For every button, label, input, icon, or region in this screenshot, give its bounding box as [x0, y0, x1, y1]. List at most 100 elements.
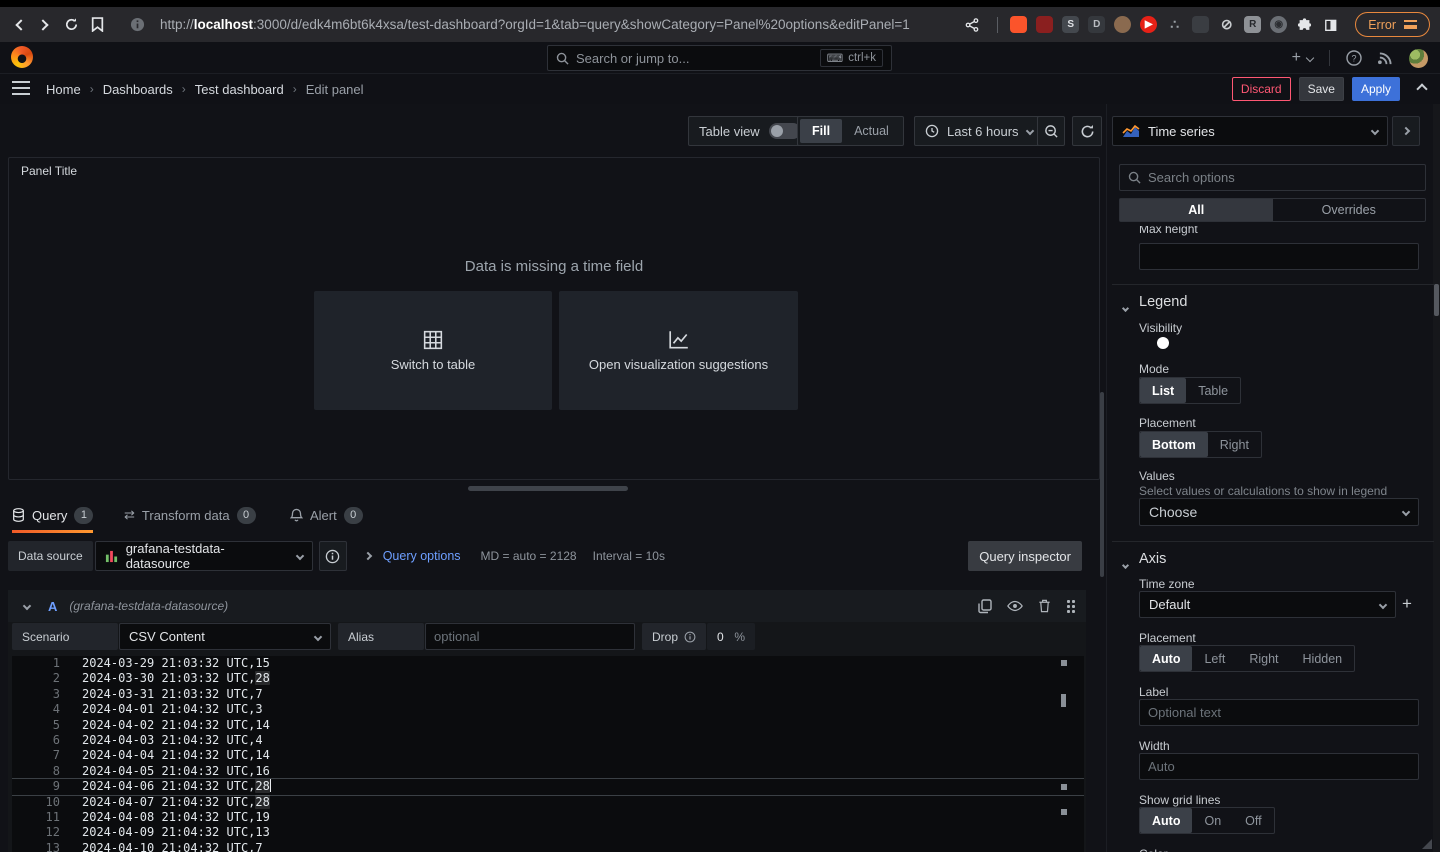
splitview-extension-icon[interactable]: ◨	[1322, 16, 1339, 33]
grid-lines-auto[interactable]: Auto	[1140, 808, 1192, 833]
scenario-select[interactable]: CSV Content	[119, 623, 331, 650]
editor-line-5[interactable]: 52024-04-02 21:04:32 UTC,14	[12, 718, 1084, 733]
window-scrollbar-thumb[interactable]	[1434, 284, 1439, 316]
timezone-select[interactable]: Default	[1139, 591, 1396, 618]
axis-placement-right[interactable]: Right	[1237, 646, 1290, 671]
collapse-options-icon[interactable]	[1418, 80, 1426, 98]
actual-option[interactable]: Actual	[842, 119, 901, 143]
refresh-button[interactable]	[1072, 116, 1102, 146]
time-range-picker[interactable]: Last 6 hours	[914, 116, 1044, 146]
breadcrumb-home[interactable]: Home	[46, 82, 81, 97]
axis-placement-hidden[interactable]: Hidden	[1291, 646, 1355, 671]
discard-button[interactable]: Discard	[1232, 77, 1291, 101]
left-pane-scrollbar[interactable]	[1100, 392, 1104, 577]
bookmark-icon[interactable]	[84, 12, 110, 38]
query-options-chevron-icon[interactable]	[363, 552, 371, 560]
editor-line-11[interactable]: 112024-04-08 21:04:32 UTC,19	[12, 810, 1084, 825]
editor-line-9[interactable]: 92024-04-06 21:04:32 UTC,28	[12, 779, 1084, 794]
tab-all-options[interactable]: All	[1120, 199, 1273, 221]
global-search-input[interactable]	[576, 51, 813, 66]
table-view-toggle[interactable]	[769, 123, 801, 139]
site-info-icon[interactable]	[124, 12, 150, 38]
hide-response-eye-icon[interactable]	[1007, 600, 1023, 612]
axis-label-input[interactable]	[1139, 699, 1419, 726]
editor-line-3[interactable]: 32024-03-31 21:03:32 UTC,7	[12, 687, 1084, 702]
query-inspector-button[interactable]: Query inspector	[968, 541, 1082, 571]
s-extension-icon[interactable]: S	[1062, 16, 1079, 33]
drag-query-grip-icon[interactable]	[1066, 599, 1076, 613]
save-button[interactable]: Save	[1299, 77, 1344, 101]
query-collapse-icon[interactable]	[23, 602, 31, 610]
breadcrumb-dashboard-name[interactable]: Test dashboard	[195, 82, 284, 97]
legend-values-select[interactable]: Choose	[1139, 498, 1419, 526]
legend-placement-bottom[interactable]: Bottom	[1140, 432, 1208, 457]
datasource-help-button[interactable]	[319, 541, 347, 571]
new-item-button[interactable]: +	[1292, 49, 1313, 67]
mega-menu-icon[interactable]	[12, 81, 30, 95]
editor-line-12[interactable]: 122024-04-09 21:04:32 UTC,13	[12, 825, 1084, 840]
breadcrumb-dashboards[interactable]: Dashboards	[103, 82, 173, 97]
tab-query[interactable]: Query 1	[12, 497, 93, 533]
editor-line-8[interactable]: 82024-04-05 21:04:32 UTC,16	[12, 764, 1084, 779]
axis-collapse-icon[interactable]	[1123, 555, 1128, 573]
zoom-out-button[interactable]	[1037, 116, 1065, 146]
dark-extension-icon[interactable]	[1192, 16, 1209, 33]
brave-shield-icon[interactable]	[1010, 16, 1027, 33]
grafana-logo-icon[interactable]	[11, 46, 33, 68]
alias-input[interactable]	[425, 623, 635, 650]
add-timezone-button[interactable]: +	[1402, 594, 1412, 614]
tab-alert[interactable]: Alert 0	[290, 497, 363, 533]
csv-content-editor[interactable]: 12024-03-29 21:03:32 UTC,1522024-03-30 2…	[12, 656, 1084, 852]
axis-section-title[interactable]: Axis	[1139, 551, 1166, 567]
legend-mode-table[interactable]: Table	[1186, 378, 1240, 403]
apply-button[interactable]: Apply	[1352, 77, 1400, 101]
axis-placement-auto[interactable]: Auto	[1140, 646, 1192, 671]
red-shield-icon[interactable]	[1036, 16, 1053, 33]
editor-line-2[interactable]: 22024-03-30 21:03:32 UTC,28	[12, 671, 1084, 686]
drop-percent-input[interactable]: 0 %	[707, 623, 755, 650]
options-search[interactable]	[1119, 164, 1426, 191]
datasource-picker[interactable]: grafana-testdata-datasource	[95, 541, 313, 571]
news-rss-icon[interactable]	[1378, 51, 1393, 66]
max-height-input[interactable]	[1139, 243, 1419, 270]
editor-line-10[interactable]: 102024-04-07 21:04:32 UTC,28	[12, 795, 1084, 810]
tab-overrides[interactable]: Overrides	[1273, 199, 1426, 221]
editor-line-1[interactable]: 12024-03-29 21:03:32 UTC,15	[12, 656, 1084, 671]
cookie-extension-icon[interactable]	[1114, 16, 1131, 33]
duplicate-query-icon[interactable]	[978, 599, 992, 614]
share-icon[interactable]	[959, 12, 985, 38]
d-extension-icon[interactable]: D	[1088, 16, 1105, 33]
open-suggestions-card[interactable]: Open visualization suggestions	[559, 291, 798, 410]
error-menu-button[interactable]: Error	[1355, 12, 1430, 37]
browser-reload-icon[interactable]	[58, 12, 84, 38]
query-row-header[interactable]: A (grafana-testdata-datasource)	[8, 590, 1086, 622]
visualization-picker[interactable]: Time series	[1112, 116, 1388, 146]
fill-option[interactable]: Fill	[800, 119, 842, 143]
blocked-extension-icon[interactable]: ⊘	[1218, 16, 1235, 33]
browser-forward-icon[interactable]	[32, 12, 58, 38]
editor-line-4[interactable]: 42024-04-01 21:04:32 UTC,3	[12, 702, 1084, 717]
user-avatar[interactable]	[1409, 49, 1428, 68]
r-extension-icon[interactable]: R	[1244, 16, 1261, 33]
axis-width-input[interactable]	[1139, 753, 1419, 780]
global-search[interactable]: ⌨ ctrl+k	[547, 45, 892, 71]
axis-placement-left[interactable]: Left	[1192, 646, 1237, 671]
editor-line-13[interactable]: 132024-04-10 21:04:32 UTC,7	[12, 841, 1084, 852]
grid-lines-off[interactable]: Off	[1233, 808, 1273, 833]
url-bar[interactable]: http://localhost:3000/d/edk4m6bt6k4xsa/t…	[160, 17, 959, 32]
puzzle-extension-icon[interactable]	[1296, 16, 1313, 33]
legend-mode-list[interactable]: List	[1140, 378, 1186, 403]
grid-lines-on[interactable]: On	[1192, 808, 1233, 833]
legend-section-title[interactable]: Legend	[1139, 294, 1187, 310]
pane-resize-handle[interactable]	[468, 486, 628, 491]
editor-line-6[interactable]: 62024-04-03 21:04:32 UTC,4	[12, 733, 1084, 748]
query-options-link[interactable]: Query options	[383, 549, 461, 563]
open-viz-suggestions-button[interactable]	[1392, 116, 1420, 146]
camera-extension-icon[interactable]: ◉	[1270, 16, 1287, 33]
help-icon[interactable]: ?	[1346, 50, 1362, 66]
options-search-input[interactable]	[1148, 170, 1417, 185]
legend-collapse-icon[interactable]	[1123, 298, 1128, 316]
panel-title[interactable]: Panel Title	[21, 164, 77, 178]
play-extension-icon[interactable]: ▶	[1140, 16, 1157, 33]
editor-line-7[interactable]: 72024-04-04 21:04:32 UTC,14	[12, 748, 1084, 763]
